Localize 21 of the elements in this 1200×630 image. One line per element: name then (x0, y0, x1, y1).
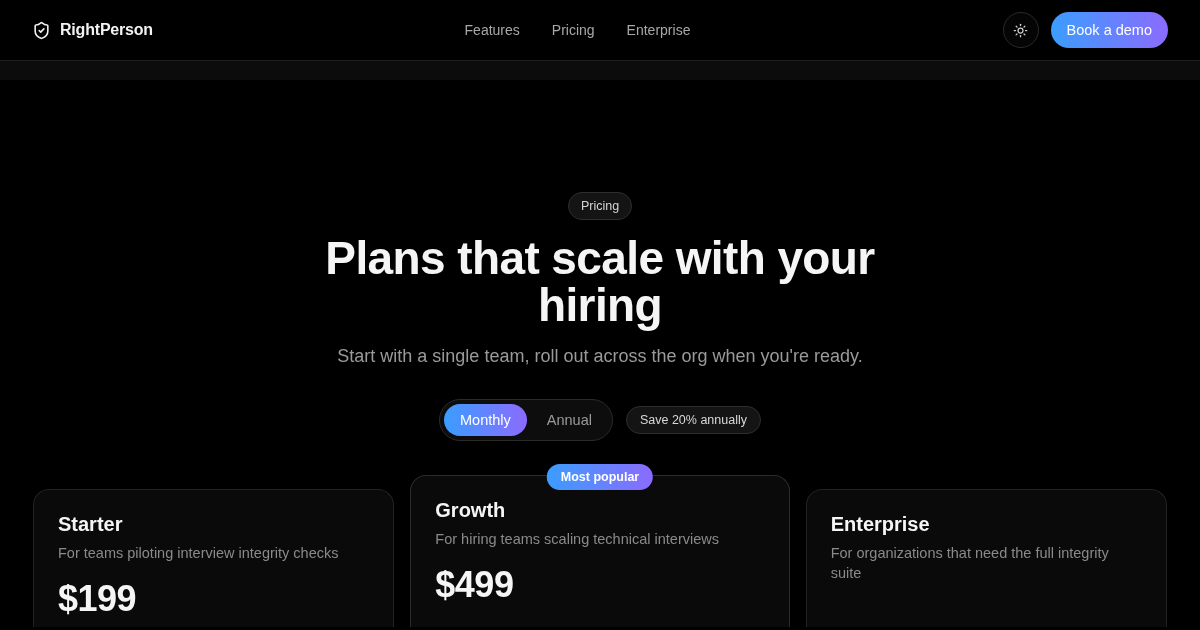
plan-description: For hiring teams scaling technical interviews (435, 529, 720, 549)
plan-description: For teams piloting interview integrity checks (58, 543, 340, 563)
plan-price: $499 (435, 565, 515, 606)
popular-badge: Most popular (546, 463, 654, 490)
billing-option[interactable]: Annual (530, 403, 608, 436)
plan-name: Enterprise (830, 511, 931, 536)
nav-link[interactable]: Features (464, 22, 520, 38)
section-label: Pricing (567, 192, 633, 220)
sun-icon (1013, 22, 1029, 38)
discount-note: Save 20% annually (625, 405, 761, 434)
page-heading: Plans that scale with your hiring (324, 235, 876, 330)
page-subtitle: Start with a single team, roll out across the org when you're ready. (337, 345, 863, 367)
nav-link[interactable]: Enterprise (626, 22, 691, 38)
shield-check-icon (32, 20, 51, 40)
plan-description: For organizations that need the full integrity suite (830, 543, 1110, 584)
plan-price: $199 (58, 579, 138, 620)
plan-name: Starter (58, 511, 124, 536)
plan-name: Growth (435, 497, 507, 522)
nav-link[interactable]: Pricing (551, 22, 595, 38)
theme-toggle-button[interactable] (1002, 12, 1039, 48)
brand-name[interactable]: RightPerson (60, 21, 153, 39)
